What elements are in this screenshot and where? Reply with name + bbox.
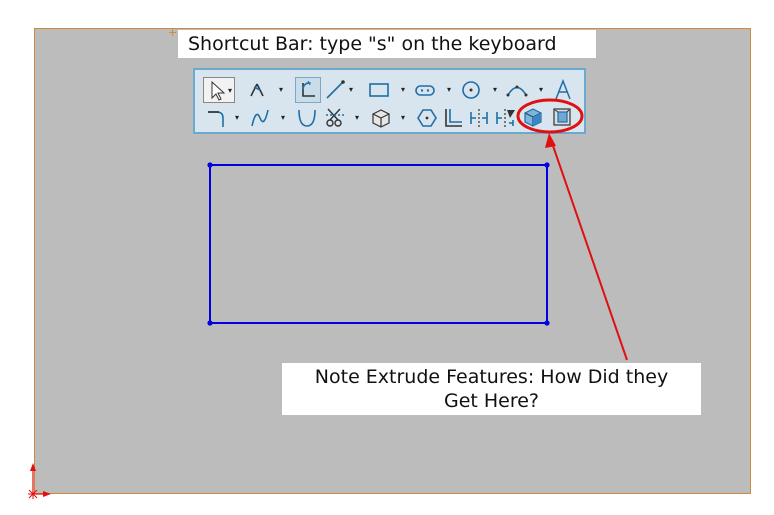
sketch-geometry xyxy=(207,98,628,361)
sketch-vertex[interactable] xyxy=(544,320,550,326)
note-caption-line1: Note Extrude Features: How Did they xyxy=(314,366,669,388)
note-caption: Note Extrude Features: How Did they Get … xyxy=(282,363,701,415)
sketch-vertex[interactable] xyxy=(207,320,213,326)
highlight-ellipse xyxy=(516,98,584,134)
annotation-arrowhead xyxy=(545,133,556,148)
note-caption-line2: Get Here? xyxy=(443,390,540,412)
sketch-vertex[interactable] xyxy=(544,162,550,168)
sketch-vertex[interactable] xyxy=(207,162,213,168)
origin-axes-icon xyxy=(28,463,51,499)
sketch-rectangle[interactable] xyxy=(209,164,548,324)
annotation-arrow-line xyxy=(550,139,628,361)
